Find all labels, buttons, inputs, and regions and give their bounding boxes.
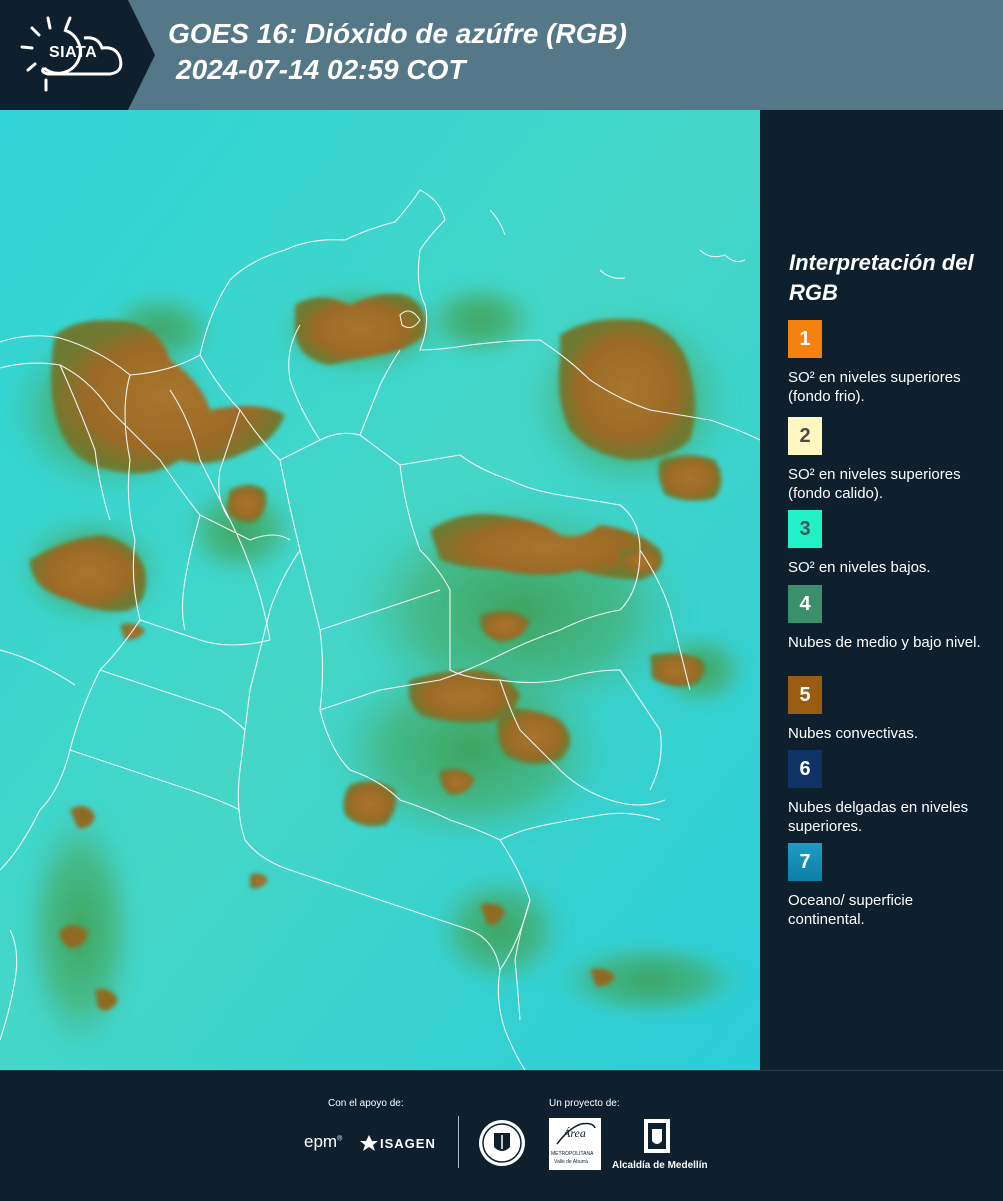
alcaldia-shield-icon [644, 1119, 670, 1153]
area-name: Área [563, 1126, 586, 1140]
seal-logo [478, 1119, 526, 1172]
support-label: Con el apoyo de: [328, 1098, 404, 1109]
area-sub-1: METROPOLITANA [551, 1151, 594, 1157]
isagen-logo: ISAGEN [360, 1135, 435, 1156]
legend-item-6: 6 Nubes delgadas en niveles superiores. [788, 750, 988, 836]
legend-swatch-7: 7 [788, 843, 822, 881]
satellite-map [0, 110, 760, 1070]
legend-label-7: Oceano/ superficie continental. [788, 892, 914, 928]
legend-swatch-3: 3 [788, 510, 822, 548]
legend-item-7: 7 Oceano/ superficie continental. [788, 843, 988, 929]
legend-label-4: Nubes de medio y bajo nivel. [788, 634, 981, 651]
seal-icon [479, 1120, 525, 1166]
alcaldia-text: Alcaldía de Medellín [612, 1160, 708, 1171]
legend-panel: Interpretación del RGB 1 SO² en niveles … [760, 110, 1003, 1070]
siata-logo: SIATA [0, 0, 155, 110]
legend-swatch-6: 6 [788, 750, 822, 788]
isagen-logo-text: ISAGEN [380, 1136, 436, 1151]
isagen-icon [360, 1135, 378, 1151]
legend-label-2: SO² en niveles superiores (fondo calido)… [788, 466, 961, 502]
legend-item-3: 3 SO² en niveles bajos. [788, 510, 988, 577]
legend-label-5: Nubes convectivas. [788, 725, 919, 742]
legend-item-1: 1 SO² en niveles superiores (fondo frio)… [788, 320, 988, 406]
legend-swatch-5: 5 [788, 676, 822, 714]
legend-item-4: 4 Nubes de medio y bajo nivel. [788, 585, 988, 652]
footer: Con el apoyo de: Un proyecto de: epm® IS… [0, 1070, 1003, 1201]
alcaldia-logo: Alcaldía de Medellín [612, 1117, 708, 1171]
legend-label-3: SO² en niveles bajos. [788, 559, 931, 576]
header-bar: SIATA GOES 16: Dióxido de azúfre (RGB) 2… [0, 0, 1003, 110]
footer-divider [458, 1116, 459, 1168]
legend-item-2: 2 SO² en niveles superiores (fondo calid… [788, 417, 988, 503]
area-metropolitana-logo: Área METROPOLITANA Valle de Aburrá [549, 1118, 601, 1170]
legend-item-5: 5 Nubes convectivas. [788, 676, 988, 743]
legend-label-1: SO² en niveles superiores (fondo frio). [788, 369, 961, 405]
epm-logo: epm® [304, 1132, 343, 1151]
legend-label-6: Nubes delgadas en niveles superiores. [788, 799, 969, 835]
area-sub-2: Valle de Aburrá [554, 1159, 588, 1165]
title-line-1: GOES 16: Dióxido de azúfre (RGB) [168, 18, 627, 49]
legend-swatch-1: 1 [788, 320, 822, 358]
epm-logo-text: epm [304, 1132, 338, 1151]
legend-swatch-2: 2 [788, 417, 822, 455]
legend-title: Interpretación del RGB [789, 250, 974, 305]
satellite-image [0, 110, 760, 1070]
legend-swatch-4: 4 [788, 585, 822, 623]
project-label: Un proyecto de: [549, 1098, 620, 1109]
logo-text: SIATA [49, 44, 98, 61]
title-line-2: 2024-07-14 02:59 COT [176, 54, 466, 85]
page-title: GOES 16: Dióxido de azúfre (RGB) 2024-07… [168, 16, 627, 88]
